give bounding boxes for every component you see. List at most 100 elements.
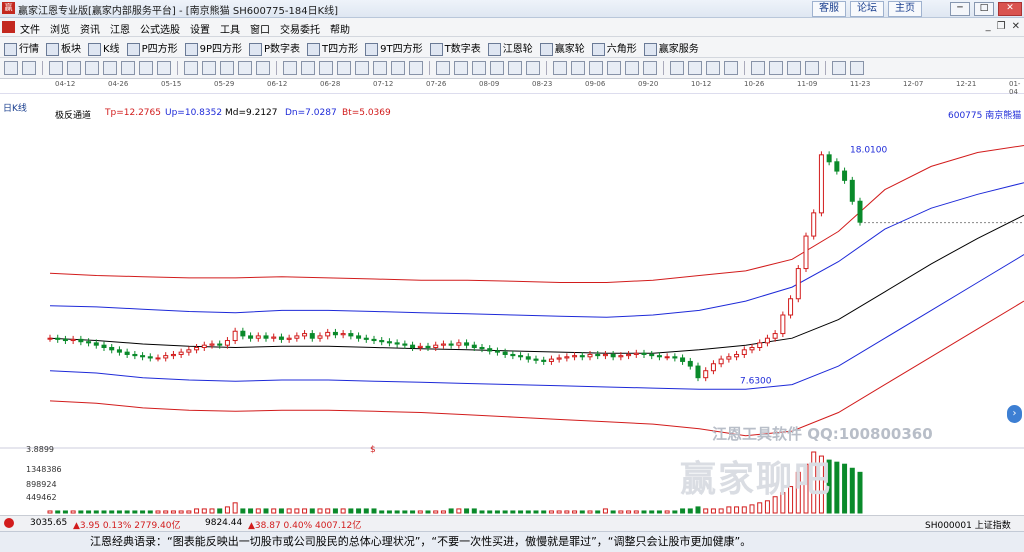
- drawing-tool-icon[interactable]: [202, 61, 216, 75]
- drawing-tool-icon[interactable]: [787, 61, 801, 75]
- child-restore-icon[interactable]: ❐: [997, 21, 1006, 32]
- menu-item-1[interactable]: 浏览: [50, 21, 70, 36]
- drawing-tool-icon[interactable]: [409, 61, 423, 75]
- volume-bar: [618, 510, 624, 514]
- toolbar-label: 板块: [61, 44, 81, 55]
- drawing-tool-icon[interactable]: [85, 61, 99, 75]
- minimize-icon[interactable]: ─: [950, 2, 970, 16]
- drawing-tool-icon[interactable]: [589, 61, 603, 75]
- menu-item-4[interactable]: 公式选股: [140, 21, 180, 36]
- menu-item-7[interactable]: 窗口: [250, 21, 270, 36]
- drawing-tool-icon[interactable]: [454, 61, 468, 75]
- volume-bar: [741, 506, 747, 514]
- volume-bar: [579, 510, 585, 514]
- toolbar-button-4[interactable]: 9P四方形: [184, 40, 242, 56]
- homepage-button[interactable]: 主页: [888, 1, 922, 17]
- menu-item-8[interactable]: 交易委托: [280, 21, 320, 36]
- drawing-tool-icon[interactable]: [337, 61, 351, 75]
- child-minimize-icon[interactable]: _: [986, 21, 991, 32]
- toolbar-separator: [744, 61, 745, 75]
- toolbar-icon: [46, 42, 59, 56]
- drawing-tool-icon[interactable]: [220, 61, 234, 75]
- drawing-tool-icon[interactable]: [508, 61, 522, 75]
- drawing-tool-icon[interactable]: [706, 61, 720, 75]
- toolbar-button-10[interactable]: 赢家轮: [539, 40, 585, 56]
- toolbar-button-7[interactable]: 9T四方形: [365, 40, 423, 56]
- drawing-tool-icon[interactable]: [553, 61, 567, 75]
- toolbar-button-5[interactable]: P数字表: [249, 40, 300, 56]
- drawing-tool-icon[interactable]: [526, 61, 540, 75]
- forum-button[interactable]: 论坛: [850, 1, 884, 17]
- child-close-icon[interactable]: ✕: [1012, 21, 1020, 32]
- drawing-tool-icon[interactable]: [283, 61, 297, 75]
- toolbar-button-9[interactable]: 江恩轮: [487, 40, 533, 56]
- drawing-tool-icon[interactable]: [157, 61, 171, 75]
- index-name[interactable]: SH000001 上证指数: [925, 518, 1011, 531]
- menu-item-3[interactable]: 江恩: [110, 21, 130, 36]
- date-label: 01-04: [1009, 80, 1021, 96]
- drawing-tool-icon[interactable]: [49, 61, 63, 75]
- drawing-tool-icon[interactable]: [688, 61, 702, 75]
- drawing-tool-icon[interactable]: [832, 61, 846, 75]
- toolbar-button-2[interactable]: K线: [88, 40, 120, 56]
- volume-bar: [649, 510, 655, 514]
- drawing-tool-icon[interactable]: [436, 61, 450, 75]
- date-label: 04-12: [55, 80, 76, 88]
- toolbar-icon: [487, 42, 501, 56]
- drawing-tool-icon[interactable]: [355, 61, 369, 75]
- candle-body: [140, 355, 146, 358]
- volume-bar: [209, 508, 215, 514]
- drawing-tool-icon[interactable]: [238, 61, 252, 75]
- drawing-tool-icon[interactable]: [184, 61, 198, 75]
- drawing-tool-icon[interactable]: [121, 61, 135, 75]
- drawing-tool-icon[interactable]: [22, 61, 36, 75]
- toolbar-button-0[interactable]: 行情: [4, 40, 39, 56]
- channel-line-dn: [49, 254, 1024, 390]
- scroll-right-button[interactable]: ›: [1007, 405, 1022, 423]
- drawing-tool-icon[interactable]: [139, 61, 153, 75]
- menu-item-6[interactable]: 工具: [220, 21, 240, 36]
- toolbar-button-12[interactable]: 赢家服务: [643, 40, 699, 56]
- volume-bar: [78, 510, 84, 514]
- drawing-tool-icon[interactable]: [67, 61, 81, 75]
- drawing-tool-icon[interactable]: [670, 61, 684, 75]
- volume-bar: [602, 508, 608, 514]
- drawing-tool-icon[interactable]: [751, 61, 765, 75]
- toolbar-button-1[interactable]: 板块: [46, 40, 81, 56]
- up-value: Up=10.8352: [165, 108, 223, 118]
- menu-item-9[interactable]: 帮助: [330, 21, 350, 36]
- toolbar-button-6[interactable]: T四方形: [307, 40, 358, 56]
- volume-bar: [718, 508, 724, 514]
- drawing-tool-icon[interactable]: [391, 61, 405, 75]
- drawing-tool-icon[interactable]: [805, 61, 819, 75]
- drawing-tool-icon[interactable]: [490, 61, 504, 75]
- volume-bar: [147, 510, 153, 514]
- drawing-tool-icon[interactable]: [607, 61, 621, 75]
- drawing-tool-icon[interactable]: [724, 61, 738, 75]
- close-icon[interactable]: ✕: [998, 2, 1022, 16]
- volume-bar: [178, 510, 184, 514]
- drawing-tool-icon[interactable]: [319, 61, 333, 75]
- drawing-tool-icon[interactable]: [850, 61, 864, 75]
- drawing-tool-icon[interactable]: [103, 61, 117, 75]
- drawing-tool-icon[interactable]: [571, 61, 585, 75]
- drawing-tool-icon[interactable]: [643, 61, 657, 75]
- toolbar-button-8[interactable]: T数字表: [429, 40, 481, 56]
- menu-item-5[interactable]: 设置: [190, 21, 210, 36]
- drawing-tool-icon[interactable]: [4, 61, 18, 75]
- candle-body: [479, 347, 485, 350]
- toolbar-button-3[interactable]: P四方形: [126, 40, 178, 56]
- drawing-tool-icon[interactable]: [472, 61, 486, 75]
- toolbar-icon: [429, 42, 443, 56]
- maximize-icon[interactable]: □: [974, 2, 994, 16]
- drawing-tool-icon[interactable]: [256, 61, 270, 75]
- drawing-tool-icon[interactable]: [625, 61, 639, 75]
- drawing-tool-icon[interactable]: [373, 61, 387, 75]
- customer-service-button[interactable]: 客服: [812, 1, 846, 17]
- menu-item-2[interactable]: 资讯: [80, 21, 100, 36]
- drawing-tool-icon[interactable]: [301, 61, 315, 75]
- drawing-tool-icon[interactable]: [769, 61, 783, 75]
- menu-item-0[interactable]: 文件: [20, 21, 40, 36]
- date-label: 05-15: [161, 80, 182, 88]
- toolbar-button-11[interactable]: 六角形: [591, 40, 637, 56]
